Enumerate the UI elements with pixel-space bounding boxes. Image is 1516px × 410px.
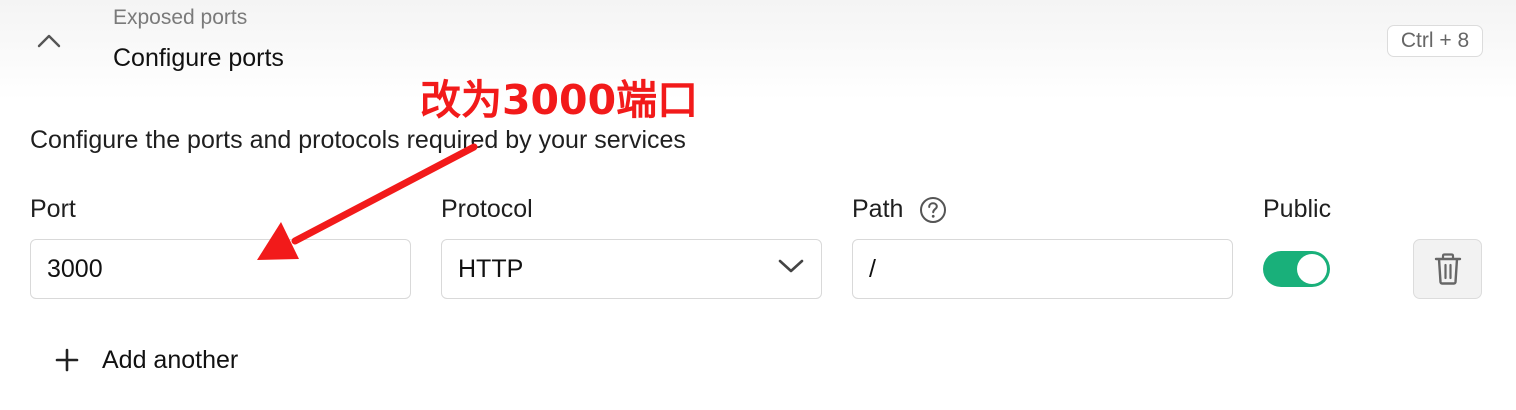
keyboard-shortcut-badge: Ctrl + 8 bbox=[1387, 25, 1483, 57]
annotation-text: 改为3000端口 bbox=[420, 76, 699, 124]
protocol-select-value: HTTP bbox=[458, 254, 524, 283]
trash-icon bbox=[1434, 253, 1461, 285]
public-label: Public bbox=[1263, 195, 1331, 224]
port-input-value: 3000 bbox=[47, 254, 103, 283]
public-label-text: Public bbox=[1263, 195, 1332, 223]
port-input[interactable]: 3000 bbox=[30, 239, 411, 299]
protocol-label-text: Protocol bbox=[441, 195, 533, 223]
port-label: Port bbox=[30, 195, 76, 224]
add-another-button[interactable]: Add another bbox=[54, 340, 238, 380]
add-another-label: Add another bbox=[102, 345, 239, 374]
section-kicker: Exposed ports bbox=[113, 6, 248, 29]
path-label-text: Path bbox=[852, 195, 904, 223]
section-description: Configure the ports and protocols requir… bbox=[30, 126, 686, 154]
collapse-button[interactable] bbox=[30, 22, 68, 60]
chevron-up-icon bbox=[37, 34, 61, 48]
public-toggle[interactable] bbox=[1263, 251, 1330, 287]
path-label: Path bbox=[852, 195, 947, 224]
question-circle-icon[interactable] bbox=[919, 196, 947, 224]
plus-icon bbox=[55, 348, 79, 372]
protocol-label: Protocol bbox=[441, 195, 533, 224]
path-input-value: / bbox=[869, 254, 876, 283]
path-input[interactable]: / bbox=[852, 239, 1233, 299]
chevron-down-icon bbox=[778, 259, 804, 273]
protocol-select[interactable]: HTTP bbox=[441, 239, 822, 299]
section-title: Configure ports bbox=[113, 44, 284, 72]
port-label-text: Port bbox=[30, 195, 76, 223]
toggle-knob bbox=[1297, 254, 1327, 284]
delete-port-button[interactable] bbox=[1413, 239, 1482, 299]
